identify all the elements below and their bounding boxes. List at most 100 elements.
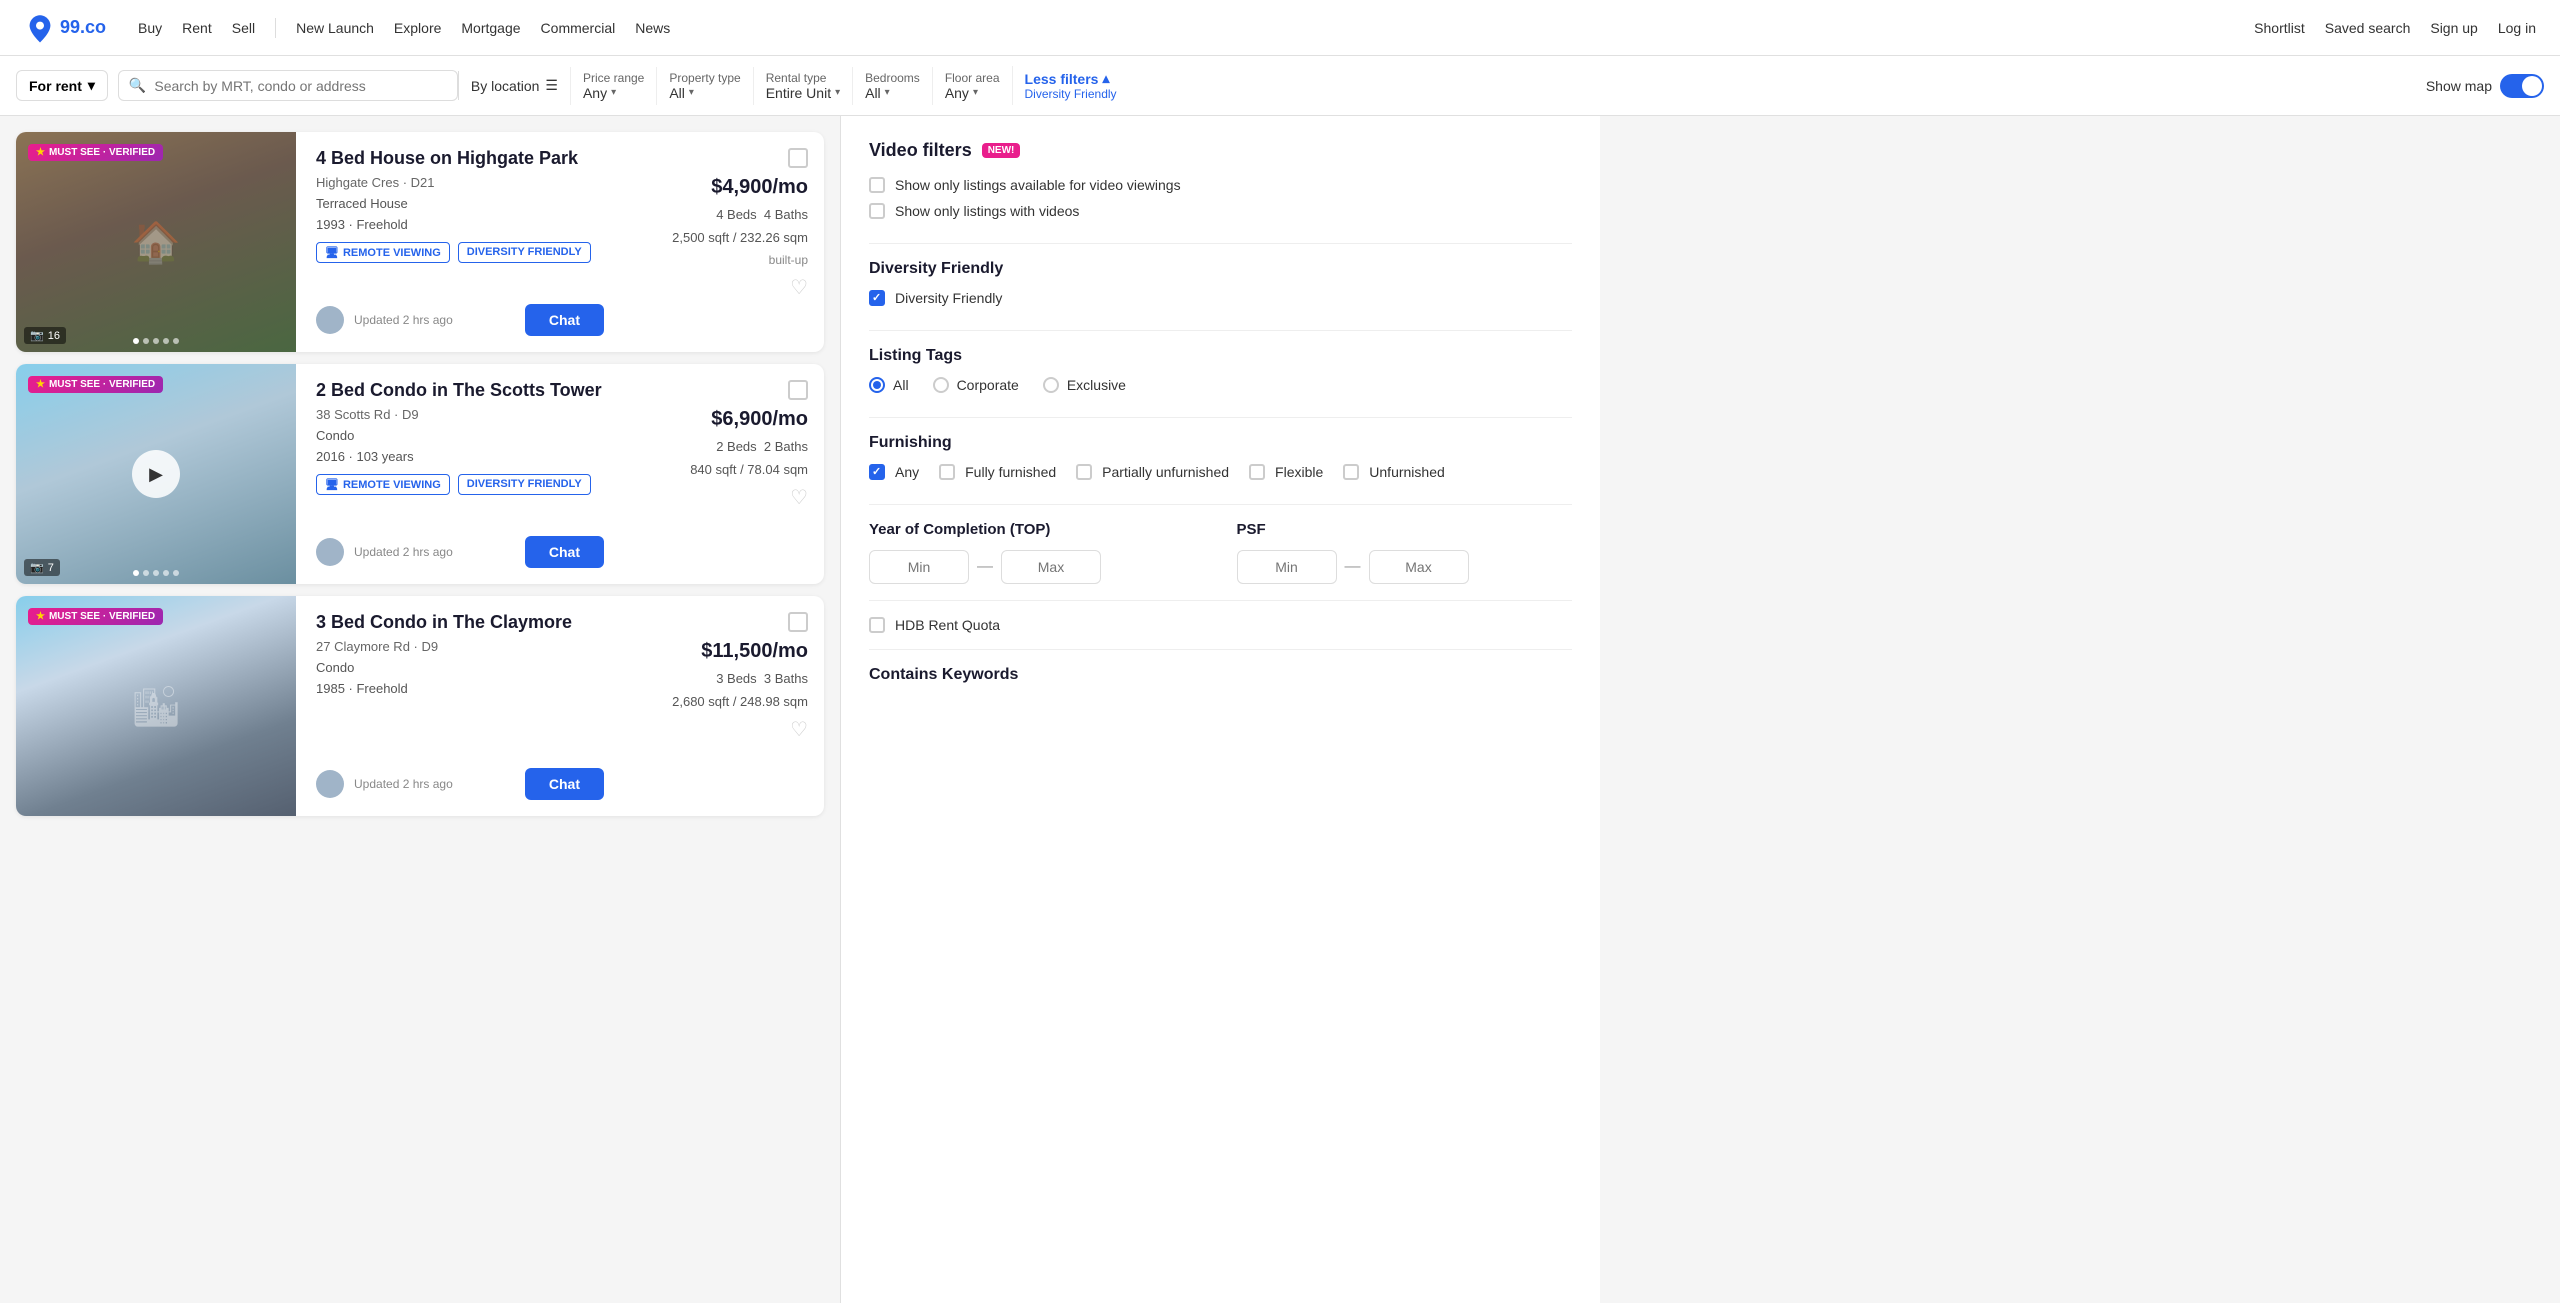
listing-card: ★ MUST SEE · VERIFIED ▶ 📷 7 2 Bed Condo — [16, 364, 824, 584]
select-checkbox[interactable] — [788, 380, 808, 400]
listing-address: 27 Claymore Rd · D9 — [316, 639, 604, 654]
hdb-checkbox[interactable] — [869, 617, 885, 633]
property-type-filter[interactable]: Property type All ▾ — [656, 67, 752, 105]
listing-card: 🏠 ★ MUST SEE · VERIFIED 📷 16 — [16, 132, 824, 352]
radio-all[interactable] — [869, 377, 885, 393]
psf-section: PSF — — [1237, 521, 1573, 584]
listing-footer: Updated 2 hrs ago Chat — [316, 760, 604, 800]
radio-exclusive-label: Exclusive — [1067, 377, 1126, 393]
favorite-button[interactable]: ♡ — [790, 275, 808, 300]
furnishing-options: Any Fully furnished Partially unfurnishe… — [869, 464, 1572, 480]
furnishing-partially-label: Partially unfurnished — [1102, 464, 1229, 480]
search-input[interactable] — [154, 78, 447, 94]
main-layout: 🏠 ★ MUST SEE · VERIFIED 📷 16 — [0, 116, 2560, 1303]
listing-tag-exclusive[interactable]: Exclusive — [1043, 377, 1126, 393]
must-see-badge: ★ MUST SEE · VERIFIED — [28, 144, 163, 161]
radio-all-label: All — [893, 377, 909, 393]
saved-search-link[interactable]: Saved search — [2325, 20, 2411, 36]
top-min-input[interactable] — [869, 550, 969, 584]
by-location-button[interactable]: By location ☰ — [458, 71, 570, 100]
listing-title: 4 Bed House on Highgate Park — [316, 148, 604, 169]
psf-max-input[interactable] — [1369, 550, 1469, 584]
furnishing-partially-checkbox[interactable] — [1076, 464, 1092, 480]
select-checkbox[interactable] — [788, 612, 808, 632]
listing-price: $11,500/mo — [701, 640, 808, 663]
furnishing-unfurnished-checkbox[interactable] — [1343, 464, 1359, 480]
search-box: 🔍 — [118, 70, 458, 101]
diversity-checkbox[interactable] — [869, 290, 885, 306]
select-checkbox[interactable] — [788, 148, 808, 168]
logo[interactable]: 99.co — [24, 12, 106, 44]
furnishing-unfurnished: Unfurnished — [1343, 464, 1445, 480]
star-icon: ★ — [36, 611, 45, 622]
img-dot — [163, 338, 169, 344]
sqft-type: built-up — [769, 253, 808, 267]
listing-year: 1993 · Freehold — [316, 217, 604, 232]
filter-bar: For rent ▾ 🔍 By location ☰ Price range A… — [0, 56, 2560, 116]
updated-time: Updated 2 hrs ago — [354, 313, 453, 327]
listing-price: $4,900/mo — [711, 176, 808, 199]
nav-sell[interactable]: Sell — [232, 20, 255, 36]
furnishing-any-checkbox[interactable] — [869, 464, 885, 480]
nav-commercial[interactable]: Commercial — [541, 20, 616, 36]
video-option-2-label: Show only listings with videos — [895, 203, 1079, 219]
updated-time: Updated 2 hrs ago — [354, 777, 453, 791]
login-link[interactable]: Log in — [2498, 20, 2536, 36]
price-range-filter[interactable]: Price range Any ▾ — [570, 67, 656, 105]
range-dash: — — [1345, 558, 1361, 576]
nav-explore[interactable]: Explore — [394, 20, 441, 36]
floor-area-filter[interactable]: Floor area Any ▾ — [932, 67, 1012, 105]
video-filters-title: Video filters NEW! — [869, 140, 1572, 161]
section-divider — [869, 417, 1572, 418]
screen-icon: 🖥 — [325, 246, 339, 259]
remote-viewing-tag: 🖥 REMOTE VIEWING — [316, 242, 450, 263]
furnishing-fully-checkbox[interactable] — [939, 464, 955, 480]
furnishing-flexible-checkbox[interactable] — [1249, 464, 1265, 480]
listing-image: 🏙 ★ MUST SEE · VERIFIED — [16, 596, 296, 816]
favorite-button[interactable]: ♡ — [790, 485, 808, 510]
img-dot — [153, 338, 159, 344]
listing-year: 2016 · 103 years — [316, 449, 604, 464]
chat-button[interactable]: Chat — [525, 304, 604, 336]
radio-corporate-label: Corporate — [957, 377, 1019, 393]
chat-button[interactable]: Chat — [525, 536, 604, 568]
signup-link[interactable]: Sign up — [2430, 20, 2477, 36]
top-max-input[interactable] — [1001, 550, 1101, 584]
img-dot — [133, 338, 139, 344]
top-psf-row: Year of Completion (TOP) — PSF — — [869, 521, 1572, 584]
chat-button[interactable]: Chat — [525, 768, 604, 800]
nav-mortgage[interactable]: Mortgage — [461, 20, 520, 36]
listing-tag-corporate[interactable]: Corporate — [933, 377, 1019, 393]
main-nav: Buy Rent Sell New Launch Explore Mortgag… — [138, 18, 670, 38]
nav-rent[interactable]: Rent — [182, 20, 212, 36]
play-button[interactable]: ▶ — [132, 450, 180, 498]
menu-icon: ☰ — [545, 77, 558, 94]
rental-type-filter[interactable]: Rental type Entire Unit ▾ — [753, 67, 852, 105]
listing-tag-all[interactable]: All — [869, 377, 909, 393]
listing-card: 🏙 ★ MUST SEE · VERIFIED 3 Bed Condo in T… — [16, 596, 824, 816]
logo-text: 99.co — [60, 17, 106, 38]
listing-type: Terraced House — [316, 196, 604, 211]
less-filters-button[interactable]: Less filters ▴ Diversity Friendly — [1012, 66, 1129, 105]
bedrooms-filter[interactable]: Bedrooms All ▾ — [852, 67, 932, 105]
photo-count: 📷 7 — [24, 559, 60, 576]
video-option-1-checkbox[interactable] — [869, 177, 885, 193]
favorite-button[interactable]: ♡ — [790, 717, 808, 742]
listing-title: 2 Bed Condo in The Scotts Tower — [316, 380, 604, 401]
nav-buy[interactable]: Buy — [138, 20, 162, 36]
shortlist-link[interactable]: Shortlist — [2254, 20, 2305, 36]
nav-new-launch[interactable]: New Launch — [296, 20, 374, 36]
listing-address: 38 Scotts Rd · D9 — [316, 407, 604, 422]
radio-exclusive[interactable] — [1043, 377, 1059, 393]
diversity-option: Diversity Friendly — [869, 290, 1572, 306]
video-option-2-checkbox[interactable] — [869, 203, 885, 219]
img-dot — [163, 570, 169, 576]
listing-image: ★ MUST SEE · VERIFIED ▶ 📷 7 — [16, 364, 296, 584]
furnishing-partially: Partially unfurnished — [1076, 464, 1229, 480]
for-rent-button[interactable]: For rent ▾ — [16, 70, 108, 101]
listings-panel: 🏠 ★ MUST SEE · VERIFIED 📷 16 — [0, 116, 840, 1303]
radio-corporate[interactable] — [933, 377, 949, 393]
nav-news[interactable]: News — [635, 20, 670, 36]
psf-min-input[interactable] — [1237, 550, 1337, 584]
map-toggle-switch[interactable] — [2500, 74, 2544, 98]
